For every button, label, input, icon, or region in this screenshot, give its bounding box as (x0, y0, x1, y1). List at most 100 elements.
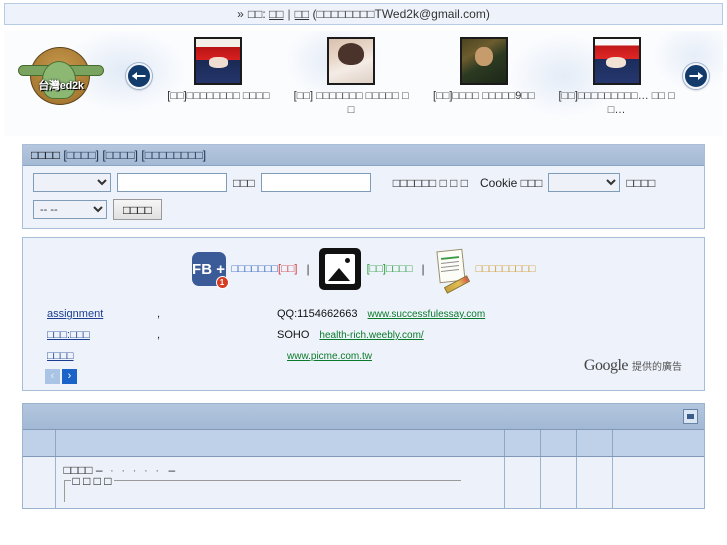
google-ads-attribution: Google 提供的廣告 (584, 355, 682, 378)
row-icon-cell (23, 456, 56, 508)
carousel-slide[interactable]: [□□]□□□□□□□□ □□□□ (159, 37, 277, 103)
ad-icons-row: FB + 1 □□□□□□□[□□] | [□□]□□□□ | □□□□□□□□… (35, 248, 692, 294)
ads-panel-body: FB + 1 □□□□□□□[□□] | [□□]□□□□ | □□□□□□□□… (23, 238, 704, 390)
document-edit-icon[interactable] (434, 248, 470, 294)
slide-thumbnail[interactable] (327, 37, 376, 85)
search-submit-button[interactable]: □□□□ (113, 199, 162, 220)
document-link[interactable]: □□□□□□□□□ (476, 263, 536, 275)
slide-thumbnail[interactable] (194, 37, 243, 85)
search-panel-title: □□□□ (31, 148, 60, 162)
ad-title-link[interactable]: assignment (47, 304, 157, 325)
image-link-text[interactable]: □□□□ (386, 263, 413, 275)
document-link-text[interactable]: □□□□□□□□□ (476, 263, 536, 275)
thread-list-panel: □□□□ – · · · · · – □ □ □ □ (22, 403, 705, 509)
ad-entry[interactable]: □□□:□□□ , SOHO health-rich.weebly.com/ (35, 325, 692, 346)
featured-carousel: 台灣ed2k [□□]□□□□□□□□ □□□□ [□□] □□□□□□□ □□… (4, 31, 723, 136)
facebook-icon-label: FB + (192, 260, 225, 278)
slide-thumbnail[interactable] (592, 37, 641, 85)
column-header-views (540, 430, 577, 457)
facebook-link[interactable]: □□□□□□□[□□] (232, 263, 298, 275)
ad-body-text: SOHO (277, 329, 310, 341)
image-link-tag[interactable]: [□□] (367, 263, 386, 275)
search-panel-body: □□□ □□□□□□ □ □ □ Cookie □□□ □□□□ -- -- □… (23, 166, 704, 228)
column-header-extra (576, 430, 613, 457)
ads-prev-button[interactable]: ‹ (45, 369, 60, 384)
search-keyword-input[interactable] (117, 173, 227, 192)
collapse-icon[interactable] (683, 409, 698, 424)
table-header-row (23, 430, 704, 457)
logo-text: 台灣ed2k (38, 80, 84, 92)
slide-caption: [□□]□□□□□□□□ □□□□ (167, 90, 270, 102)
search-panel-header: □□□□ [□□□□] [□□□□] [□□□□□□□□] (23, 145, 704, 166)
search-secondary-input[interactable] (260, 173, 371, 192)
ad-subtext: , (157, 329, 161, 341)
ad-url-link[interactable]: www.picme.com.tw (287, 346, 372, 367)
slide-caption: [□□]□□□□ □□□□□9□□ (433, 90, 535, 102)
ad-title-link[interactable]: □□□□ (47, 346, 157, 367)
ads-panel: FB + 1 □□□□□□□[□□] | [□□]□□□□ | □□□□□□□□… (22, 237, 705, 391)
row-lastpost-cell (612, 456, 704, 508)
slide-caption: [□□]□□□□□□□□□… □□ □□… (558, 90, 675, 116)
google-ads-suffix: 提供的廣告 (632, 362, 682, 373)
row-extra-cell (576, 456, 613, 508)
search-form-row-secondary: -- -- □□□□ (33, 199, 694, 220)
thread-list-header (23, 404, 704, 430)
column-header-replies (504, 430, 541, 457)
ad-divider-2: | (421, 262, 425, 276)
column-header-lastpost (612, 430, 704, 457)
row-views-cell (540, 456, 577, 508)
cookie-select[interactable] (548, 173, 621, 192)
ad-url-link[interactable]: www.successfulessay.com (368, 304, 486, 325)
carousel-slide[interactable]: [□□]□□□□ □□□□□9□□ (425, 37, 543, 103)
slide-caption: [□□] □□□□□□□ □□□□□ □□ (293, 90, 409, 116)
ad-body-text: QQ:1154662663 (277, 308, 358, 320)
top-notice-bar: » □□: □□ | □□ (□□□□□□□□TWed2k@gmail.com) (4, 3, 723, 25)
google-ads-block: assignment , QQ:1154662663 www.successfu… (35, 304, 692, 384)
image-link[interactable]: [□□]□□□□ (367, 263, 413, 275)
ads-next-button[interactable]: › (62, 369, 77, 384)
search-tag-link-3[interactable]: [□□□□□□□□] (141, 148, 206, 162)
carousel-slide[interactable]: [□□]□□□□□□□□□… □□ □□… (558, 37, 676, 117)
facebook-notification-badge: 1 (215, 276, 229, 289)
search-option-label: □□□□□□ □ □ □ (392, 175, 468, 190)
search-category-select[interactable] (33, 173, 111, 192)
facebook-link-text[interactable]: □□□□□□□ (232, 263, 279, 275)
notice-email-note: (□□□□□□□□TWed2k@gmail.com) (312, 7, 490, 21)
search-range-select[interactable]: -- -- (33, 200, 107, 219)
ad-title-link[interactable]: □□□:□□□ (47, 325, 157, 346)
chevron-right-icon: » (237, 7, 244, 21)
google-wordmark: Google (583, 357, 629, 374)
image-icon-sun (344, 258, 350, 263)
column-header-icon (23, 430, 56, 457)
row-title-dash2: – (168, 462, 176, 477)
carousel-slides: [□□]□□□□□□□□ □□□□ [□□] □□□□□□□ □□□□□ □□ … (152, 31, 683, 136)
notice-separator: | (287, 7, 291, 21)
table-row[interactable]: □□□□ – · · · · · – □ □ □ □ (23, 456, 704, 508)
search-panel: □□□□ [□□□□] [□□□□] [□□□□□□□□] □□□ □□□□□□… (22, 144, 705, 229)
thread-list-table: □□□□ – · · · · · – □ □ □ □ (23, 430, 704, 508)
ad-divider-1: | (306, 262, 310, 276)
row-title-cell[interactable]: □□□□ – · · · · · – □ □ □ □ (55, 456, 505, 508)
carousel-prev-button[interactable] (126, 63, 152, 89)
row-title-text[interactable]: □□□□ – · · · · · – (64, 463, 496, 477)
search-tag-link-2[interactable]: [□□□□] (102, 148, 138, 162)
search-form-row-primary: □□□ □□□□□□ □ □ □ Cookie □□□ □□□□ (33, 173, 694, 192)
notice-link-2[interactable]: □□ (295, 7, 310, 21)
facebook-link-tag[interactable]: [□□] (278, 263, 297, 275)
carousel-slide[interactable]: [□□] □□□□□□□ □□□□□ □□ (292, 37, 410, 117)
notice-link-1[interactable]: □□ (269, 7, 284, 21)
facebook-icon[interactable]: FB + 1 (191, 252, 229, 289)
site-logo[interactable]: 台灣ed2k (16, 45, 112, 107)
ad-url-link[interactable]: health-rich.weebly.com/ (319, 325, 423, 346)
ad-subtext: , (157, 308, 161, 320)
row-fieldset: □ □ □ □ (63, 473, 461, 502)
row-title-dots: · · · · · (109, 462, 162, 477)
slide-thumbnail[interactable] (459, 37, 508, 85)
search-tag-link-1[interactable]: [□□□□] (63, 148, 99, 162)
image-icon[interactable] (318, 248, 361, 290)
carousel-next-button[interactable] (683, 63, 709, 89)
row-fieldset-legend: □ □ □ □ (70, 473, 114, 488)
search-field-label: □□□ (233, 175, 255, 190)
ad-entry[interactable]: assignment , QQ:1154662663 www.successfu… (35, 304, 692, 325)
cookie-label: Cookie □□□ (479, 175, 543, 190)
